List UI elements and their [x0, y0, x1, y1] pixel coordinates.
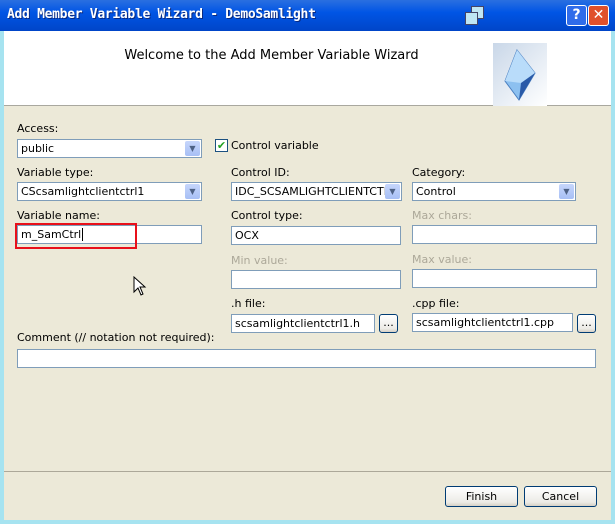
chevron-down-icon[interactable]: ▼ — [559, 184, 574, 199]
category-combo[interactable]: Control ▼ — [412, 182, 576, 201]
close-button[interactable]: ✕ — [588, 5, 609, 26]
chevron-down-icon[interactable]: ▼ — [385, 184, 400, 199]
min-value-label: Min value: — [231, 254, 288, 267]
cancel-button[interactable]: Cancel — [524, 486, 597, 507]
access-value: public — [21, 142, 55, 155]
comment-input[interactable] — [17, 349, 596, 368]
h-file-input[interactable]: scsamlightclientctrl1.h — [231, 314, 375, 333]
control-variable-checkbox[interactable]: ✔ — [215, 139, 228, 152]
control-type-label: Control type: — [231, 209, 303, 222]
variable-type-label: Variable type: — [17, 166, 94, 179]
category-value: Control — [416, 185, 456, 198]
cpp-file-browse-button[interactable]: ... — [577, 314, 596, 333]
chevron-down-icon[interactable]: ▼ — [185, 184, 200, 199]
control-variable-label: Control variable — [231, 139, 319, 152]
category-label: Category: — [412, 166, 466, 179]
chevron-down-icon[interactable]: ▼ — [185, 141, 200, 156]
help-button[interactable]: ? — [566, 5, 587, 26]
variable-type-combo[interactable]: CScsamlightclientctrl1 ▼ — [17, 182, 202, 201]
access-label: Access: — [17, 122, 59, 135]
highlight-box — [15, 223, 137, 249]
title-bar[interactable]: Add Member Variable Wizard - DemoSamligh… — [0, 0, 615, 31]
welcome-heading: Welcome to the Add Member Variable Wizar… — [124, 48, 419, 63]
wizard-logo-icon — [493, 43, 547, 106]
h-file-label: .h file: — [231, 297, 266, 310]
comment-label: Comment (// notation not required): — [17, 331, 215, 344]
cpp-file-input[interactable]: scsamlightclientctrl1.cpp — [412, 313, 573, 332]
h-file-browse-button[interactable]: ... — [379, 314, 398, 333]
mouse-cursor-icon — [133, 276, 147, 296]
footer-divider — [4, 471, 611, 472]
max-value-input[interactable] — [412, 269, 597, 288]
window-title: Add Member Variable Wizard - DemoSamligh… — [7, 7, 316, 22]
wizard-header: Welcome to the Add Member Variable Wizar… — [4, 31, 611, 106]
max-value-label: Max value: — [412, 253, 472, 266]
control-id-value: IDC_SCSAMLIGHTCLIENTCTRL — [235, 185, 398, 198]
min-value-input[interactable] — [231, 270, 401, 289]
max-chars-label: Max chars: — [412, 209, 472, 222]
finish-button[interactable]: Finish — [445, 486, 518, 507]
access-combo[interactable]: public ▼ — [17, 139, 202, 158]
windows-icon — [465, 6, 485, 26]
control-id-label: Control ID: — [231, 166, 290, 179]
control-type-input[interactable]: OCX — [231, 226, 401, 245]
variable-name-label: Variable name: — [17, 209, 100, 222]
control-id-combo[interactable]: IDC_SCSAMLIGHTCLIENTCTRL ▼ — [231, 182, 402, 201]
cpp-file-label: .cpp file: — [412, 297, 460, 310]
max-chars-input[interactable] — [412, 225, 597, 244]
variable-type-value: CScsamlightclientctrl1 — [21, 185, 145, 198]
